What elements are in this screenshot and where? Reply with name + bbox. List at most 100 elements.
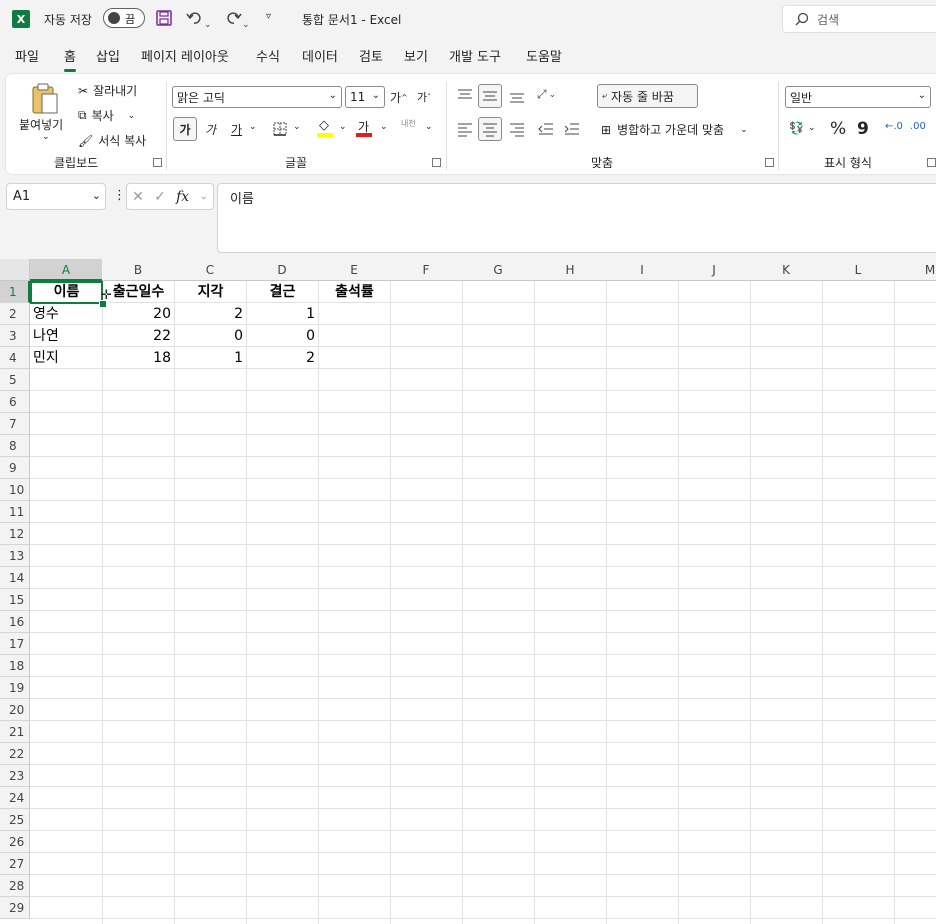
row-header-11[interactable]: 11	[0, 501, 30, 523]
insert-function-button[interactable]: fx	[176, 189, 189, 205]
column-header-i[interactable]: I	[606, 259, 679, 281]
cancel-icon[interactable]: ✕	[132, 189, 144, 205]
enter-icon[interactable]: ✓	[154, 189, 166, 205]
cell-d2[interactable]: 1	[246, 303, 319, 325]
formula-input[interactable]: 이름	[217, 183, 936, 253]
cell-d3[interactable]: 0	[246, 325, 319, 347]
align-left-icon[interactable]	[457, 121, 473, 137]
undo-icon[interactable]: ⌄	[186, 9, 212, 30]
search-box[interactable]: 검색	[782, 5, 936, 33]
align-middle-button[interactable]	[478, 84, 502, 108]
column-header-c[interactable]: C	[174, 259, 247, 281]
font-color-button[interactable]: 가	[356, 118, 374, 138]
row-header-1[interactable]: 1	[0, 281, 30, 303]
row-header-6[interactable]: 6	[0, 391, 30, 413]
row-header-19[interactable]: 19	[0, 677, 30, 699]
column-header-a[interactable]: A	[30, 259, 103, 281]
tab-developer[interactable]: 개발 도구	[449, 44, 501, 72]
cell-a3[interactable]: 나연	[30, 325, 103, 347]
row-header-24[interactable]: 24	[0, 787, 30, 809]
comma-style-button[interactable]: 9	[857, 119, 869, 139]
clipboard-dialog-launcher-icon[interactable]	[153, 158, 162, 167]
cell-a2[interactable]: 영수	[30, 303, 103, 325]
cell-c4[interactable]: 1	[174, 347, 247, 369]
font-name-select[interactable]: 맑은 고딕 ⌄	[172, 86, 342, 108]
tab-page-layout[interactable]: 페이지 레이아웃	[141, 44, 229, 72]
merge-center-button[interactable]: ⊞ 병합하고 가운데 맞춤 ⌄	[601, 121, 748, 138]
cell-a4[interactable]: 민지	[30, 347, 103, 369]
increase-decimal-icon[interactable]: ←.0	[885, 121, 903, 132]
column-header-k[interactable]: K	[750, 259, 823, 281]
row-header-2[interactable]: 2	[0, 303, 30, 325]
font-color-dropdown-icon[interactable]: ⌄	[380, 122, 388, 132]
worksheet-grid[interactable]: ABCDEFGHIJKLM 1 2 3 4 5 6 7 8 9 10 11 12 13 14 15 16 17 1…	[0, 259, 936, 924]
row-header-16[interactable]: 16	[0, 611, 30, 633]
cell-d1[interactable]: 결근	[246, 281, 319, 303]
number-format-select[interactable]: 일반 ⌄	[785, 86, 931, 108]
row-header-4[interactable]: 4	[0, 347, 30, 369]
grow-font-button[interactable]: 가 ^	[390, 89, 408, 106]
borders-dropdown-icon[interactable]: ⌄	[293, 122, 301, 132]
wrap-text-button[interactable]: ⤶ 자동 줄 바꿈	[597, 84, 698, 108]
cell-b1[interactable]: 출근일수	[102, 281, 175, 303]
font-dialog-launcher-icon[interactable]	[432, 158, 441, 167]
cell-e1[interactable]: 출석률	[318, 281, 391, 303]
paste-dropdown-chevron-icon[interactable]: ⌄	[42, 132, 50, 142]
align-center-button[interactable]	[478, 117, 502, 141]
formula-dropdown-icon[interactable]: ⌄	[199, 191, 207, 202]
save-icon[interactable]	[156, 10, 172, 26]
row-header-26[interactable]: 26	[0, 831, 30, 853]
cut-button[interactable]: ✂ 잘라내기	[78, 82, 137, 99]
column-header-j[interactable]: J	[678, 259, 751, 281]
row-header-18[interactable]: 18	[0, 655, 30, 677]
cell-b3[interactable]: 22	[102, 325, 175, 347]
decrease-decimal-icon[interactable]: .00	[910, 121, 926, 132]
row-header-10[interactable]: 10	[0, 479, 30, 501]
row-header-3[interactable]: 3	[0, 325, 30, 347]
tab-help[interactable]: 도움말	[526, 44, 562, 72]
tab-data[interactable]: 데이터	[302, 44, 338, 72]
row-header-13[interactable]: 13	[0, 545, 30, 567]
cell-c3[interactable]: 0	[174, 325, 247, 347]
customize-qat-icon[interactable]: ▿	[266, 11, 271, 22]
column-header-g[interactable]: G	[462, 259, 535, 281]
autosave-toggle[interactable]: 끔	[103, 8, 145, 28]
row-header-29[interactable]: 29	[0, 897, 30, 919]
column-header-l[interactable]: L	[822, 259, 895, 281]
redo-icon[interactable]: ⌄	[224, 9, 250, 30]
cell-b4[interactable]: 18	[102, 347, 175, 369]
row-header-25[interactable]: 25	[0, 809, 30, 831]
row-header-23[interactable]: 23	[0, 765, 30, 787]
row-header-7[interactable]: 7	[0, 413, 30, 435]
row-header-27[interactable]: 27	[0, 853, 30, 875]
fill-color-button[interactable]: ◇	[317, 118, 335, 138]
cell-b2[interactable]: 20	[102, 303, 175, 325]
column-header-f[interactable]: F	[390, 259, 463, 281]
underline-button[interactable]: 가	[231, 121, 242, 138]
tab-home[interactable]: 홈	[64, 44, 76, 72]
number-dialog-launcher-icon[interactable]	[927, 158, 936, 167]
tab-insert[interactable]: 삽입	[96, 44, 120, 72]
cell-d4[interactable]: 2	[246, 347, 319, 369]
select-all-button[interactable]	[0, 259, 30, 281]
format-painter-button[interactable]: 🖌 서식 복사	[78, 132, 146, 149]
column-header-e[interactable]: E	[318, 259, 391, 281]
row-header-8[interactable]: 8	[0, 435, 30, 457]
italic-button[interactable]: 가	[205, 121, 216, 138]
fill-color-dropdown-icon[interactable]: ⌄	[339, 122, 347, 132]
copy-button[interactable]: ⧉ 복사 ⌄	[78, 107, 135, 124]
phonetic-dropdown-icon[interactable]: ⌄	[425, 122, 433, 132]
cell-c1[interactable]: 지각	[174, 281, 247, 303]
orientation-icon[interactable]: ⤢ ⌄	[537, 87, 556, 102]
bold-button[interactable]: 가	[173, 117, 197, 141]
more-options-icon[interactable]: ⋮	[113, 188, 126, 203]
row-header-14[interactable]: 14	[0, 567, 30, 589]
row-header-12[interactable]: 12	[0, 523, 30, 545]
paste-icon[interactable]	[30, 82, 60, 116]
font-size-select[interactable]: 11 ⌄	[345, 86, 385, 108]
row-header-20[interactable]: 20	[0, 699, 30, 721]
row-header-5[interactable]: 5	[0, 369, 30, 391]
tab-formulas[interactable]: 수식	[256, 44, 280, 72]
increase-indent-icon[interactable]	[564, 121, 580, 137]
column-header-d[interactable]: D	[246, 259, 319, 281]
